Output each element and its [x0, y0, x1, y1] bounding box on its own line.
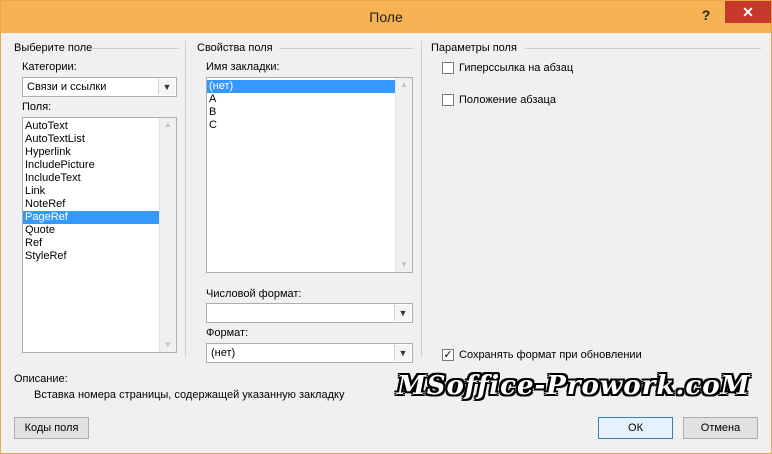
heading-rule	[279, 48, 413, 49]
list-item[interactable]: NoteRef	[23, 198, 160, 211]
position-checkbox[interactable]	[442, 94, 454, 106]
heading-rule	[93, 48, 179, 49]
list-item[interactable]: AutoTextList	[23, 133, 160, 146]
list-item[interactable]: IncludeText	[23, 172, 160, 185]
list-item[interactable]: B	[207, 106, 396, 119]
choose-field-heading: Выберите поле	[14, 42, 93, 54]
scroll-down-icon[interactable]: ▼	[396, 258, 412, 272]
field-properties-heading: Свойства поля	[197, 42, 273, 54]
format-value: (нет)	[211, 347, 236, 359]
chevron-down-icon[interactable]: ▼	[394, 345, 411, 361]
list-item[interactable]: Hyperlink	[23, 146, 160, 159]
number-format-label: Числовой формат:	[206, 288, 302, 300]
list-item[interactable]: (нет)	[207, 80, 396, 93]
column-divider	[185, 41, 186, 357]
fields-label: Поля:	[22, 101, 52, 113]
format-label: Формат:	[206, 327, 249, 339]
check-icon: ✓	[443, 349, 453, 361]
preserve-format-checkbox[interactable]: ✓	[442, 349, 454, 361]
cancel-button[interactable]: Отмена	[683, 417, 758, 439]
scroll-up-icon[interactable]: ▲	[160, 118, 176, 132]
number-format-select[interactable]: ▼	[206, 303, 413, 323]
preserve-format-label[interactable]: Сохранять формат при обновлении	[459, 349, 642, 361]
list-item[interactable]: C	[207, 119, 396, 132]
close-icon: ✕	[742, 4, 754, 20]
fields-list[interactable]: AutoText AutoTextList Hyperlink IncludePict…	[22, 117, 177, 353]
bookmark-list[interactable]: (нет) A B C ▲ ▼	[206, 77, 413, 273]
description-label: Описание:	[14, 373, 68, 385]
categories-label: Категории:	[22, 61, 77, 73]
help-button[interactable]: ?	[695, 7, 717, 27]
column-divider	[421, 41, 422, 357]
scroll-down-icon[interactable]: ▼	[160, 338, 176, 352]
bookmark-label: Имя закладки:	[206, 61, 280, 73]
field-codes-button[interactable]: Коды поля	[14, 417, 89, 439]
chevron-down-icon[interactable]: ▼	[158, 79, 175, 95]
dialog-title: Поле	[369, 9, 403, 25]
list-item[interactable]: StyleRef	[23, 250, 160, 263]
description-text: Вставка номера страницы, содержащей указ…	[34, 389, 345, 401]
hyperlink-checkbox[interactable]	[442, 62, 454, 74]
scroll-up-icon[interactable]: ▲	[396, 78, 412, 92]
list-item[interactable]: Quote	[23, 224, 160, 237]
list-item[interactable]: IncludePicture	[23, 159, 160, 172]
fields-scrollbar[interactable]: ▲ ▼	[159, 118, 176, 352]
field-dialog: Поле ? ✕ Выберите поле Категории: Связи …	[0, 0, 772, 454]
heading-rule	[525, 48, 761, 49]
ok-button[interactable]: ОК	[598, 417, 673, 439]
list-item[interactable]: Link	[23, 185, 160, 198]
position-option-label[interactable]: Положение абзаца	[459, 94, 556, 106]
list-item[interactable]: Ref	[23, 237, 160, 250]
field-options-heading: Параметры поля	[431, 42, 517, 54]
format-select[interactable]: (нет) ▼	[206, 343, 413, 363]
title-bar[interactable]: Поле ? ✕	[1, 1, 771, 33]
watermark-logo: MSoffice-Prowork.coM	[397, 371, 751, 401]
categories-value: Связи и ссылки	[27, 81, 107, 93]
categories-select[interactable]: Связи и ссылки ▼	[22, 77, 177, 97]
chevron-down-icon[interactable]: ▼	[394, 305, 411, 321]
hyperlink-option-label[interactable]: Гиперссылка на абзац	[459, 62, 573, 74]
list-item[interactable]: AutoText	[23, 120, 160, 133]
list-item[interactable]: PageRef	[23, 211, 160, 224]
list-item[interactable]: A	[207, 93, 396, 106]
close-button[interactable]: ✕	[725, 1, 771, 23]
bookmark-scrollbar[interactable]: ▲ ▼	[395, 78, 412, 272]
